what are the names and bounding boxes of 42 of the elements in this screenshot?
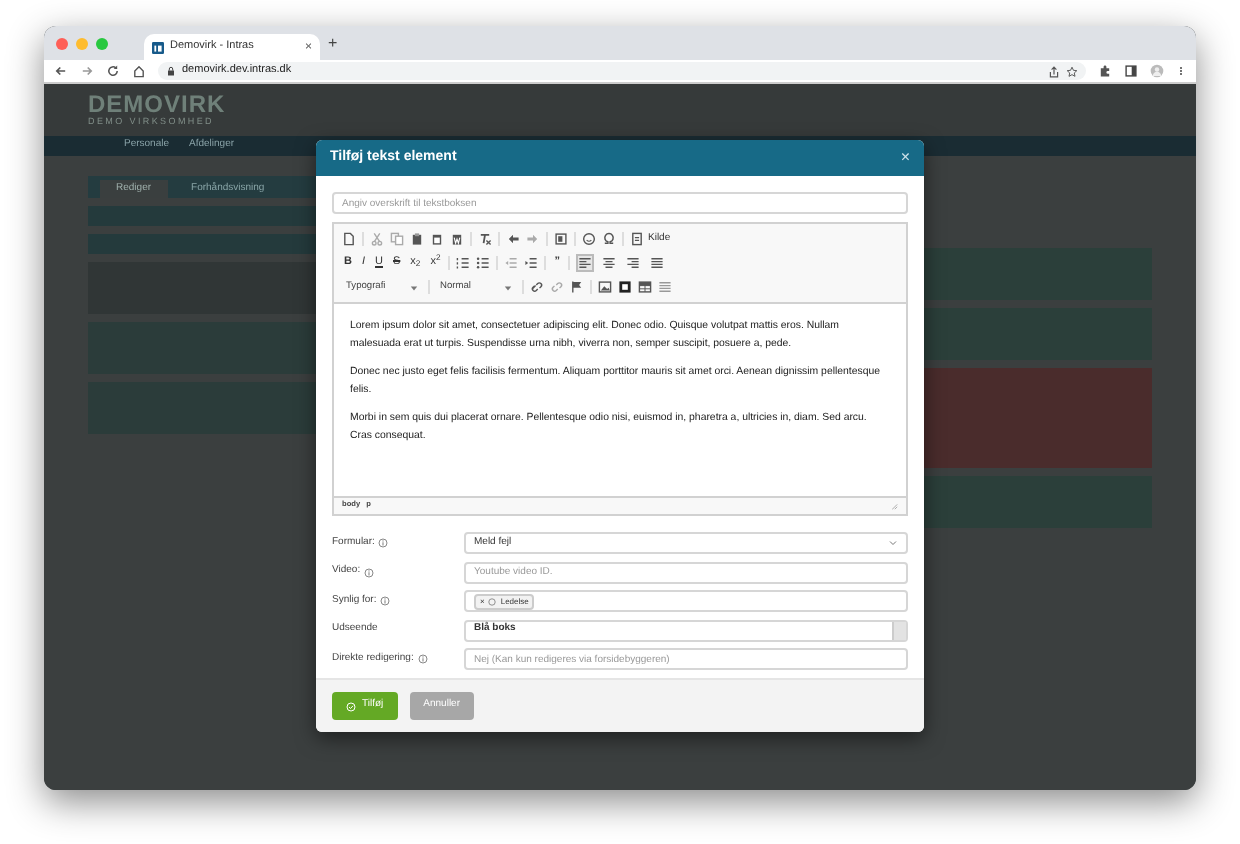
- link-icon[interactable]: [530, 280, 544, 294]
- info-icon[interactable]: [364, 567, 375, 577]
- table-icon[interactable]: [638, 280, 652, 294]
- circle-icon: [488, 597, 497, 605]
- info-icon[interactable]: [378, 538, 389, 548]
- home-icon[interactable]: [132, 64, 146, 78]
- align-center-button[interactable]: [600, 254, 619, 272]
- indent-icon[interactable]: [524, 256, 539, 270]
- info-icon[interactable]: [417, 654, 428, 664]
- resize-grip-icon[interactable]: [890, 502, 898, 510]
- document-icon[interactable]: [342, 232, 356, 246]
- source-document-icon: [630, 232, 644, 246]
- star-icon[interactable]: [1066, 65, 1078, 77]
- forward-icon[interactable]: [80, 64, 94, 78]
- align-left-button[interactable]: [576, 254, 595, 272]
- clear-format-icon[interactable]: [478, 232, 492, 246]
- omega-icon[interactable]: [602, 232, 616, 246]
- logo-text: DEMOVIRK: [88, 91, 226, 116]
- close-button[interactable]: ×: [900, 150, 910, 166]
- undo-icon[interactable]: [506, 232, 520, 246]
- favicon-icon: [152, 41, 164, 53]
- clipboard-icon[interactable]: [410, 232, 424, 246]
- reload-icon[interactable]: [106, 64, 120, 78]
- back-icon[interactable]: [54, 64, 68, 78]
- word-clipboard-icon[interactable]: [450, 232, 464, 246]
- bulleted-list-icon[interactable]: [476, 256, 491, 270]
- align-right-button[interactable]: [624, 254, 643, 272]
- new-tab-button[interactable]: +: [328, 35, 338, 51]
- puzzle-icon[interactable]: [1098, 64, 1112, 78]
- side-panel-icon[interactable]: [1124, 64, 1138, 78]
- smiley-icon[interactable]: [582, 232, 596, 246]
- flag-icon[interactable]: [570, 280, 584, 294]
- horizontal-rule-icon[interactable]: [658, 280, 672, 294]
- check-circle-icon: [346, 701, 356, 711]
- lock-icon: [166, 66, 176, 76]
- image-icon[interactable]: [598, 280, 612, 294]
- align-justify-button[interactable]: [648, 254, 667, 272]
- caret-down-icon[interactable]: [410, 283, 418, 291]
- info-icon[interactable]: [380, 596, 391, 606]
- caret-down-icon[interactable]: [504, 283, 512, 291]
- share-icon[interactable]: [1048, 65, 1060, 77]
- numbered-list-icon[interactable]: [456, 256, 471, 270]
